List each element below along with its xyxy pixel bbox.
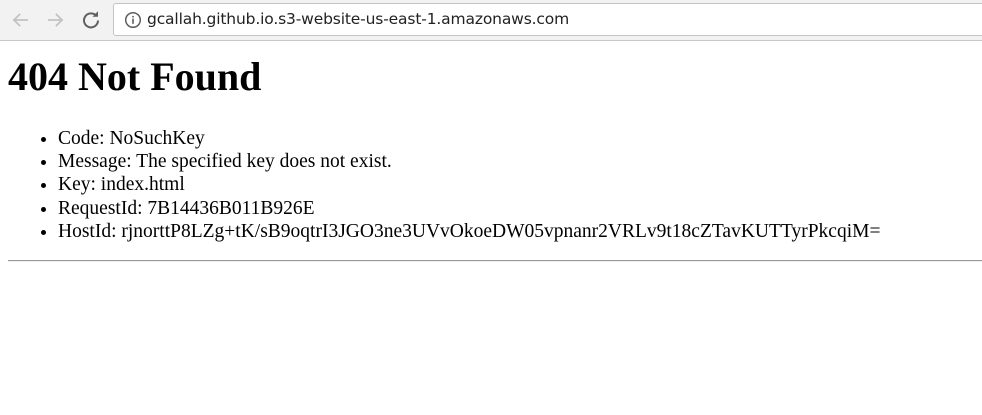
- list-item-host-id: HostId: rjnorttP8LZg+tK/sB9oqtrI3JGO3ne3…: [58, 220, 880, 243]
- address-bar[interactable]: gcallah.github.io.s3-website-us-east-1.a…: [113, 3, 982, 36]
- error-details-list: Code: NoSuchKey Message: The specified k…: [8, 127, 880, 243]
- browser-toolbar: gcallah.github.io.s3-website-us-east-1.a…: [0, 0, 982, 41]
- arrow-left-icon: [12, 13, 28, 27]
- list-item-code: Code: NoSuchKey: [58, 127, 880, 150]
- list-item-request-id: RequestId: 7B14436B011B926E: [58, 197, 880, 220]
- back-button[interactable]: [8, 8, 32, 32]
- info-circle-icon[interactable]: [124, 11, 142, 29]
- arrow-right-icon: [48, 13, 64, 27]
- forward-button[interactable]: [44, 8, 68, 32]
- url-text[interactable]: gcallah.github.io.s3-website-us-east-1.a…: [147, 4, 569, 35]
- page-title: 404 Not Found: [8, 54, 262, 99]
- list-item-message: Message: The specified key does not exis…: [58, 150, 880, 173]
- page-content: 404 Not Found Code: NoSuchKey Message: T…: [0, 41, 982, 415]
- list-item-key: Key: index.html: [58, 173, 880, 196]
- reload-icon: [83, 11, 99, 29]
- reload-button[interactable]: [79, 8, 103, 32]
- horizontal-rule: [8, 260, 982, 262]
